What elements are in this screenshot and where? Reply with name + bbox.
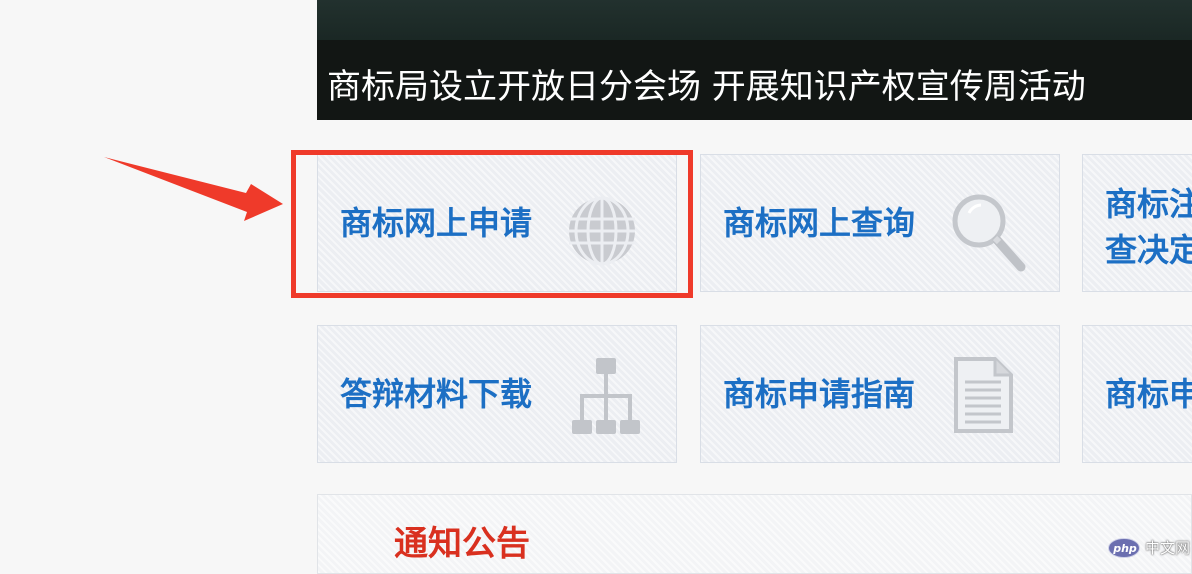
php-logo-icon: php [1108,538,1140,558]
banner-caption-text[interactable]: 商标局设立开放日分会场 开展知识产权宣传周活动 [327,65,1086,109]
news-banner[interactable]: 商标局设立开放日分会场 开展知识产权宣传周活动 [317,0,1192,120]
tile-label: 商标申请指南 [723,375,916,413]
tile-label: 答辩材料下载 [340,375,533,413]
tile-label: 商标网上查询 [723,204,916,242]
pointer-arrow-icon [104,157,283,221]
tile-reexamination[interactable]: 商标注 查决定 [1082,154,1192,292]
notice-title[interactable]: 通知公告 [394,523,530,565]
watermark-logo-text: php [1113,542,1137,555]
globe-icon [569,196,635,266]
tile-label: 商标网上申请 [340,204,533,242]
magnifier-icon [952,194,1026,272]
notice-panel: 通知公告 [317,494,1192,574]
tile-application-guide[interactable]: 商标申请指南 [700,325,1060,463]
tile-online-application[interactable]: 商标网上申请 [317,154,677,292]
watermark-text: 中文网 [1145,539,1191,557]
tile-trademark-application[interactable]: 商标申 [1082,325,1192,463]
tile-label: 商标注 查决定 [1105,185,1192,269]
tile-online-query[interactable]: 商标网上查询 [700,154,1060,292]
sitemap-icon [572,358,640,434]
document-icon [954,357,1013,433]
tile-label: 商标申 [1105,375,1192,413]
tile-defense-download[interactable]: 答辩材料下载 [317,325,677,463]
